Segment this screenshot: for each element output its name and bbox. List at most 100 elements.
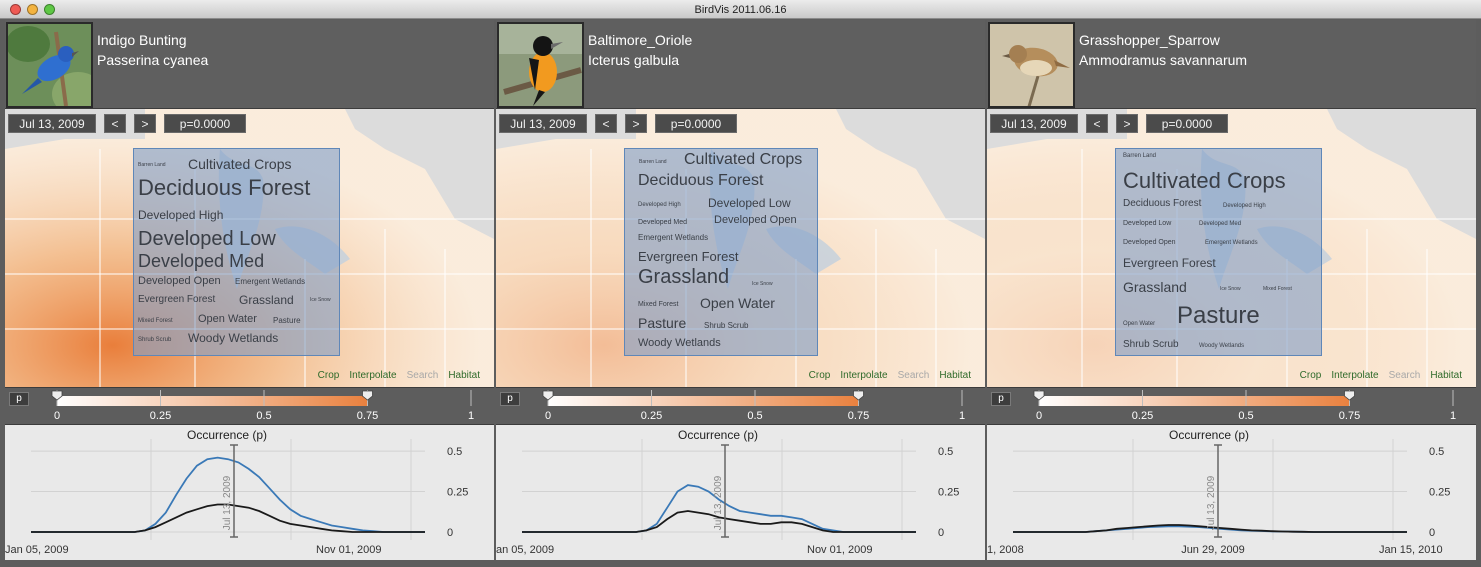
mode-interpolate[interactable]: Interpolate [840, 370, 887, 381]
legend-tick-label: 0.25 [1132, 410, 1153, 422]
habitat-word[interactable]: Developed Low [708, 197, 791, 209]
date-button[interactable]: Jul 13, 2009 [499, 114, 587, 133]
p-value-readout: p=0.0000 [164, 114, 246, 133]
habitat-word-cloud[interactable]: Barren Land Cultivated Crops Deciduous For… [1115, 148, 1322, 356]
occurrence-chart[interactable]: Occurrence (p) 0.5 0.25 0 Jan 05, 2009 Nov 01… [5, 425, 494, 560]
habitat-word[interactable]: Developed Open [714, 215, 797, 226]
occurrence-chart-svg: Occurrence (p) 0.5 0.25 0 an 05, 2009 Nov 01,… [496, 425, 985, 560]
habitat-word[interactable]: Ice Snow [752, 282, 773, 287]
legend-scale[interactable]: 0 0.25 0.5 0.75 1 [5, 388, 494, 426]
mode-search[interactable]: Search [407, 370, 439, 381]
habitat-word-cloud[interactable]: Barren Land Cultivated Crops Deciduous For… [624, 148, 818, 356]
habitat-word[interactable]: Open Water [198, 314, 257, 325]
next-date-button[interactable]: > [625, 114, 647, 133]
habitat-word[interactable]: Woody Wetlands [188, 332, 278, 344]
habitat-word-cloud[interactable]: Barren Land Cultivated Crops Deciduous For… [133, 148, 340, 356]
habitat-word[interactable]: Grassland [638, 267, 729, 287]
habitat-word[interactable]: Developed High [638, 202, 681, 208]
habitat-word[interactable]: Ice Snow [310, 298, 331, 303]
habitat-word[interactable]: Pasture [1177, 304, 1260, 328]
mode-search[interactable]: Search [898, 370, 930, 381]
p-value-readout: p=0.0000 [1146, 114, 1228, 133]
date-controls: Jul 13, 2009 < > p=0.0000 [499, 114, 737, 133]
mode-interpolate[interactable]: Interpolate [1331, 370, 1378, 381]
mode-habitat[interactable]: Habitat [939, 370, 971, 381]
occurrence-map[interactable]: Jul 13, 2009 < > p=0.0000 Barren Land Cul… [496, 109, 985, 387]
habitat-word[interactable]: Emergent Wetlands [235, 278, 305, 286]
minimize-window-icon[interactable] [27, 4, 38, 15]
habitat-word[interactable]: Developed Low [1123, 220, 1171, 227]
legend-scale[interactable]: 0 0.25 0.5 0.75 1 [987, 388, 1476, 426]
habitat-word[interactable]: Developed Med [1199, 221, 1241, 227]
date-button[interactable]: Jul 13, 2009 [990, 114, 1078, 133]
legend-tick-label: 0.75 [357, 410, 378, 422]
mode-crop[interactable]: Crop [1300, 370, 1322, 381]
previous-date-button[interactable]: < [1086, 114, 1108, 133]
mode-crop[interactable]: Crop [809, 370, 831, 381]
habitat-word[interactable]: Evergreen Forest [638, 250, 738, 263]
indigo-bunting-photo[interactable] [6, 22, 93, 108]
habitat-word[interactable]: Evergreen Forest [1123, 257, 1216, 269]
habitat-word[interactable]: Barren Land [1123, 153, 1156, 159]
habitat-word[interactable]: Ice Snow [1220, 287, 1241, 292]
baltimore-oriole-photo[interactable] [497, 22, 584, 108]
habitat-word[interactable]: Developed Med [138, 252, 264, 270]
habitat-word[interactable]: Open Water [1123, 321, 1155, 327]
habitat-word[interactable]: Developed Low [138, 229, 276, 249]
legend-scale[interactable]: 0 0.25 0.5 0.75 1 [496, 388, 985, 426]
grasshopper-sparrow-photo[interactable] [988, 22, 1075, 108]
y-tick-label: 0.25 [1429, 487, 1450, 499]
habitat-word[interactable]: Developed Med [638, 219, 687, 226]
habitat-word[interactable]: Cultivated Crops [1123, 170, 1286, 192]
habitat-word[interactable]: Mixed Forest [138, 318, 173, 324]
habitat-word[interactable]: Developed High [138, 209, 223, 221]
legend-tick-label: 0.5 [747, 410, 762, 422]
habitat-word[interactable]: Developed High [1223, 203, 1266, 209]
habitat-word[interactable]: Cultivated Crops [684, 152, 802, 168]
mode-habitat[interactable]: Habitat [448, 370, 480, 381]
mode-interpolate[interactable]: Interpolate [349, 370, 396, 381]
species-panel: Baltimore_Oriole Icterus galbula Jul 13,… [496, 20, 985, 560]
habitat-word[interactable]: Emergent Wetlands [638, 234, 708, 242]
occurrence-map[interactable]: Jul 13, 2009 < > p=0.0000 Barren Land Cul… [987, 109, 1476, 387]
occurrence-map[interactable]: Jul 13, 2009 < > p=0.0000 Barren Land Cul… [5, 109, 494, 387]
zoom-window-icon[interactable] [44, 4, 55, 15]
previous-date-button[interactable]: < [595, 114, 617, 133]
mode-habitat[interactable]: Habitat [1430, 370, 1462, 381]
habitat-word[interactable]: Developed Open [138, 276, 221, 287]
habitat-word[interactable]: Pasture [638, 316, 686, 330]
previous-date-button[interactable]: < [104, 114, 126, 133]
occurrence-chart[interactable]: Occurrence (p) 0.5 0.25 0 an 05, 2009 Nov 01,… [496, 425, 985, 560]
mode-search[interactable]: Search [1389, 370, 1421, 381]
occurrence-chart[interactable]: Occurrence (p) 0.5 0.25 0 1, 2008 Jun 29, 200… [987, 425, 1476, 560]
habitat-word[interactable]: Grassland [239, 294, 294, 306]
habitat-word[interactable]: Deciduous Forest [138, 177, 310, 199]
habitat-word[interactable]: Woody Wetlands [1199, 343, 1244, 349]
habitat-word[interactable]: Barren Land [639, 160, 667, 165]
next-date-button[interactable]: > [134, 114, 156, 133]
habitat-word[interactable]: Cultivated Crops [188, 157, 292, 171]
habitat-word[interactable]: Pasture [273, 317, 301, 325]
habitat-word[interactable]: Emergent Wetlands [1205, 240, 1258, 246]
date-button[interactable]: Jul 13, 2009 [8, 114, 96, 133]
habitat-word[interactable]: Mixed Forest [1263, 287, 1292, 292]
habitat-word[interactable]: Shrub Scrub [704, 322, 748, 330]
common-name: Grasshopper_Sparrow [1079, 32, 1220, 48]
habitat-word[interactable]: Deciduous Forest [1123, 199, 1201, 209]
date-cursor-label: Jul 13, 2009 [713, 475, 724, 530]
habitat-word[interactable]: Mixed Forest [638, 301, 678, 308]
habitat-word[interactable]: Open Water [700, 296, 775, 310]
habitat-word[interactable]: Deciduous Forest [638, 173, 763, 189]
habitat-word[interactable]: Grassland [1123, 280, 1187, 294]
habitat-word[interactable]: Shrub Scrub [138, 337, 171, 343]
next-date-button[interactable]: > [1116, 114, 1138, 133]
habitat-word[interactable]: Woody Wetlands [638, 338, 721, 349]
habitat-word[interactable]: Shrub Scrub [1123, 340, 1179, 350]
close-window-icon[interactable] [10, 4, 21, 15]
habitat-word[interactable]: Barren Land [138, 163, 166, 168]
mode-crop[interactable]: Crop [318, 370, 340, 381]
habitat-word[interactable]: Developed Open [1123, 239, 1176, 246]
habitat-word[interactable]: Evergreen Forest [138, 295, 215, 305]
y-tick-label: 0.5 [938, 446, 953, 458]
probability-legend: p 0 0.25 0.5 0.75 1 [987, 387, 1476, 425]
